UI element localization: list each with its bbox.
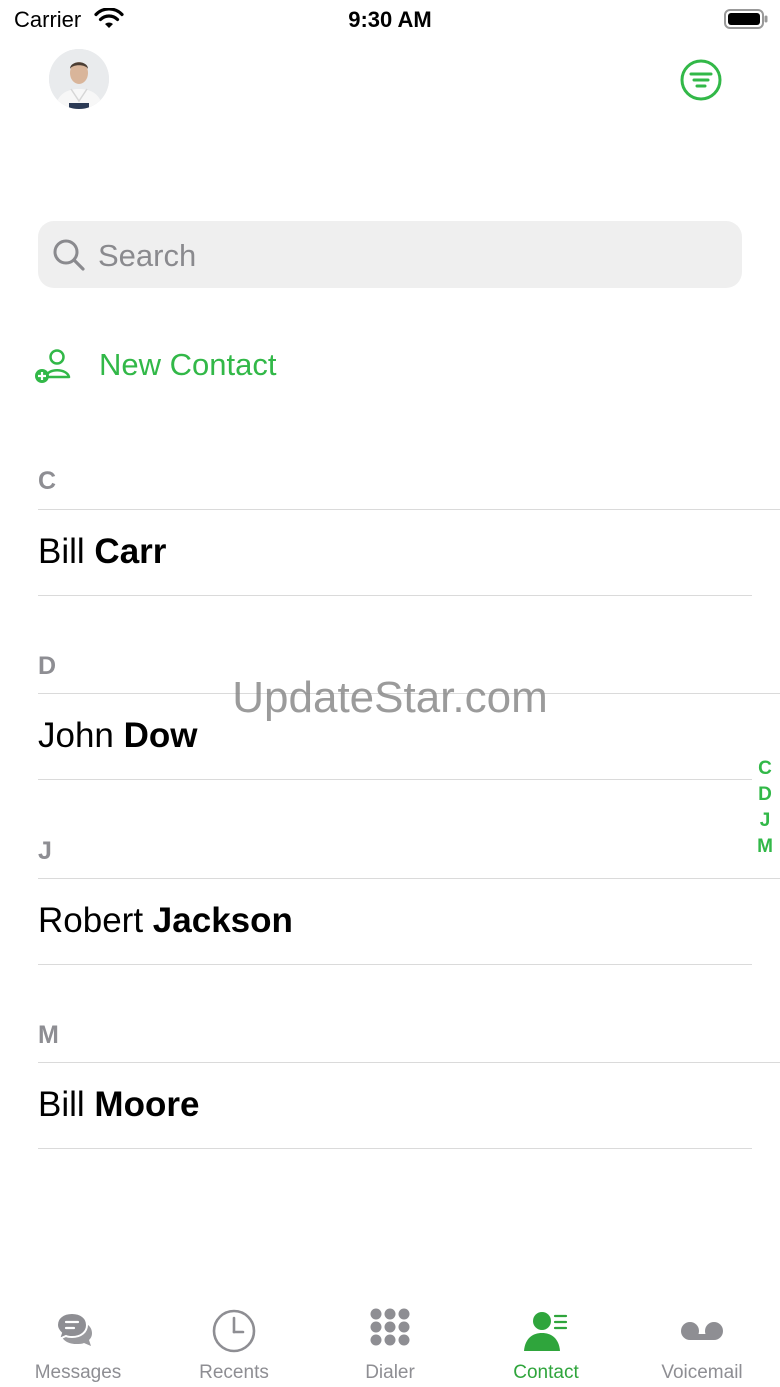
new-contact-button[interactable]: New Contact (34, 340, 334, 390)
tab-recents[interactable]: Recents (156, 1290, 312, 1387)
contact-name: Bill Carr (38, 530, 166, 574)
contact-icon (524, 1312, 568, 1351)
last-name: Moore (94, 1085, 200, 1124)
tab-messages[interactable]: Messages (0, 1290, 156, 1387)
tab-label: Recents (199, 1362, 269, 1383)
index-letter-c[interactable]: C (752, 756, 778, 782)
search-input[interactable] (96, 221, 720, 290)
divider (38, 964, 752, 965)
contact-row[interactable]: Bill Carr (38, 510, 752, 594)
contact-row[interactable]: Bill Moore (38, 1063, 752, 1147)
index-letter-m[interactable]: M (752, 834, 778, 860)
clock-icon (212, 1309, 256, 1353)
tab-label: Messages (34, 1362, 122, 1383)
divider (38, 779, 752, 780)
search-icon (53, 239, 85, 271)
first-name: Robert (38, 901, 144, 940)
last-name: Jackson (152, 901, 293, 940)
tab-bar: Messages Recents Dialer Contact Voicemai… (0, 1290, 780, 1387)
section-header-j: J (38, 837, 52, 865)
alphabet-index[interactable]: C D J M (752, 756, 778, 860)
contact-name: Robert Jackson (38, 899, 293, 943)
search-bar[interactable] (38, 221, 742, 290)
first-name: Bill (38, 1085, 85, 1124)
divider (38, 1148, 752, 1149)
user-avatar[interactable] (49, 49, 109, 109)
avatar-icon (49, 49, 109, 109)
first-name: Bill (38, 532, 85, 571)
voicemail-icon (681, 1322, 723, 1340)
filter-icon[interactable] (679, 58, 723, 102)
index-letter-d[interactable]: D (752, 782, 778, 808)
watermark: UpdateStar.com (232, 673, 548, 722)
contact-row[interactable]: Robert Jackson (38, 879, 752, 963)
contact-name: Bill Moore (38, 1083, 199, 1127)
section-header-c: C (38, 467, 57, 495)
tab-label: Dialer (365, 1362, 415, 1383)
section-header-m: M (38, 1021, 59, 1049)
messages-icon (55, 1311, 92, 1346)
battery-icon (724, 9, 768, 29)
index-letter-j[interactable]: J (752, 808, 778, 834)
add-person-icon (35, 349, 71, 383)
tab-voicemail[interactable]: Voicemail (624, 1290, 780, 1387)
clock-time: 9:30 AM (348, 7, 432, 32)
dialpad-icon (370, 1308, 410, 1346)
new-contact-label: New Contact (99, 347, 277, 382)
tab-label: Voicemail (661, 1362, 743, 1383)
tab-label: Contact (513, 1362, 579, 1383)
tab-contact[interactable]: Contact (468, 1290, 624, 1387)
tab-dialer[interactable]: Dialer (312, 1290, 468, 1387)
divider (38, 595, 752, 596)
last-name: Carr (94, 532, 167, 571)
